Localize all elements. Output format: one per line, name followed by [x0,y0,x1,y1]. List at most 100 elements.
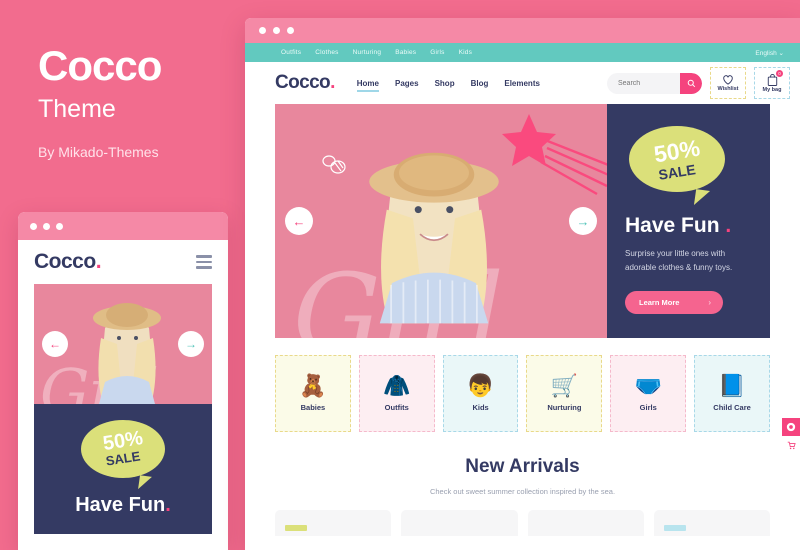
cart-label: My bag [762,86,782,93]
hero-promo-panel: 50% SALE Have Fun . Surprise your little… [607,104,770,338]
book-heart-icon: 📘 [718,373,746,398]
category-card-girls[interactable]: 🩲 Girls [610,355,687,432]
promo-paragraph: Surprise your little ones with adorable … [625,249,733,272]
teddy-bear-icon: 🧸 [299,373,327,398]
product-card[interactable] [653,510,770,536]
promo-subtitle: Theme [38,95,116,123]
window-dot-minimize[interactable] [273,27,280,34]
topbar-link[interactable]: Girls [430,49,444,56]
category-card-kids[interactable]: 👦 Kids [442,355,519,432]
hero-section: Girl [275,104,770,338]
hero-next-button[interactable]: → [569,207,597,235]
category-card-outfits[interactable]: 🧥 Outfits [358,355,435,432]
nav-item-pages[interactable]: Pages [395,79,419,88]
category-card-nurturing[interactable]: 🛒 Nurturing [526,355,603,432]
window-dot-maximize[interactable] [56,222,63,230]
mobile-promo-heading-text: Have Fun [75,494,166,516]
browser-window-chrome [245,18,800,43]
search-button[interactable] [680,72,702,94]
category-label: Child Care [713,403,751,412]
nav-item-home[interactable]: Home [356,79,380,92]
settings-icon [786,422,796,432]
cart-button[interactable]: 0 My bag [754,67,790,99]
category-label: Kids [472,403,489,412]
mobile-sale-bubble: 50% SALE [81,420,165,478]
mobile-logo-dot: . [95,250,102,273]
category-card-child-care[interactable]: 📘 Child Care [694,355,770,432]
hamburger-icon[interactable] [196,255,212,269]
wishlist-label: Wishlist [717,86,739,92]
category-label: Babies [300,403,326,412]
hero-model-photo [369,152,500,324]
product-badge [663,525,686,531]
product-card[interactable] [275,510,392,536]
promo-block: Cocco Theme By Mikado-Themes [38,42,238,161]
window-dot-close[interactable] [259,27,266,34]
mobile-promo-heading: Have Fun. [34,494,212,517]
side-tab [782,418,800,454]
product-badge [285,525,307,531]
product-card[interactable] [401,510,518,536]
category-label: Girls [639,403,657,412]
topbar-link[interactable]: Clothes [315,49,338,56]
nav-item-elements[interactable]: Elements [504,79,540,88]
product-card[interactable] [527,510,644,536]
settings-button[interactable] [782,418,800,436]
nav-item-shop[interactable]: Shop [435,79,455,88]
promo-author: By Mikado-Themes [38,144,159,160]
mobile-hero-next-button[interactable]: → [178,331,204,357]
topbar-links: Outfits Clothes Nurturing Babies Girls K… [281,49,472,56]
site-topbar: Outfits Clothes Nurturing Babies Girls K… [245,43,800,62]
chevron-right-icon: › [708,298,711,307]
header-actions: Wishlist 0 My bag [607,67,790,99]
new-arrivals-section: New Arrivals Check out sweet summer coll… [245,456,800,496]
stroller-icon: 🛒 [550,373,579,398]
new-arrivals-subtitle: Check out sweet summer collection inspir… [429,487,616,496]
search-icon [687,79,695,87]
search-box[interactable] [607,72,702,94]
topbar-link[interactable]: Babies [395,49,416,56]
category-card-babies[interactable]: 🧸 Babies [275,355,351,432]
learn-more-label: Learn More [639,298,680,307]
mobile-logo-text: Cocco [34,250,96,273]
window-dot-minimize[interactable] [43,222,50,230]
site-logo-dot: . [330,72,335,93]
underwear-icon: 🩲 [634,373,662,398]
topbar-link[interactable]: Outfits [281,49,301,56]
site-header: Cocco. Home Pages Shop Blog Elements Sea… [245,62,800,104]
window-dot-maximize[interactable] [287,27,294,34]
nav-item-blog[interactable]: Blog [471,79,489,88]
topbar-link[interactable]: Kids [459,49,472,56]
cart-count-badge: 0 [776,70,783,77]
clothes-icon: 🧥 [383,373,411,398]
window-dot-close[interactable] [30,222,37,230]
wishlist-button[interactable]: Wishlist [710,67,746,99]
hero-prev-button[interactable]: ← [285,207,313,235]
category-label: Nurturing [547,403,582,412]
category-list: 🧸 Babies 🧥 Outfits 👦 Kids 🛒 Nurturing 🩲 … [275,355,770,432]
mobile-logo[interactable]: Cocco. [34,250,102,274]
heart-icon [723,75,733,85]
mobile-hero-photo [92,303,161,404]
product-grid [275,510,770,536]
mobile-mockup: Cocco. Girl ← → 50% SALE Have Fun. [18,212,228,550]
hero-image: Girl [275,104,607,338]
mobile-hero: Girl ← → [34,284,212,404]
mobile-hero-prev-button[interactable]: ← [42,331,68,357]
language-selector[interactable]: English ⌄ [755,49,784,57]
mobile-promo-heading-dot: . [165,494,171,516]
promo-title: Cocco [38,42,162,89]
site-logo[interactable]: Cocco. [275,72,335,94]
mobile-header: Cocco. [18,240,228,284]
cart-icon [787,441,796,449]
mobile-promo-panel: 50% SALE Have Fun. [34,404,212,534]
topbar-link[interactable]: Nurturing [353,49,382,56]
search-input[interactable] [607,78,680,88]
learn-more-button[interactable]: Learn More › [625,291,723,314]
browser-mockup: Outfits Clothes Nurturing Babies Girls K… [245,18,800,550]
cart-side-button[interactable] [782,436,800,454]
new-arrivals-title: New Arrivals [465,456,580,477]
main-navigation: Home Pages Shop Blog Elements [356,79,540,92]
mobile-window-chrome [18,212,228,240]
boy-icon: 👦 [466,373,495,398]
